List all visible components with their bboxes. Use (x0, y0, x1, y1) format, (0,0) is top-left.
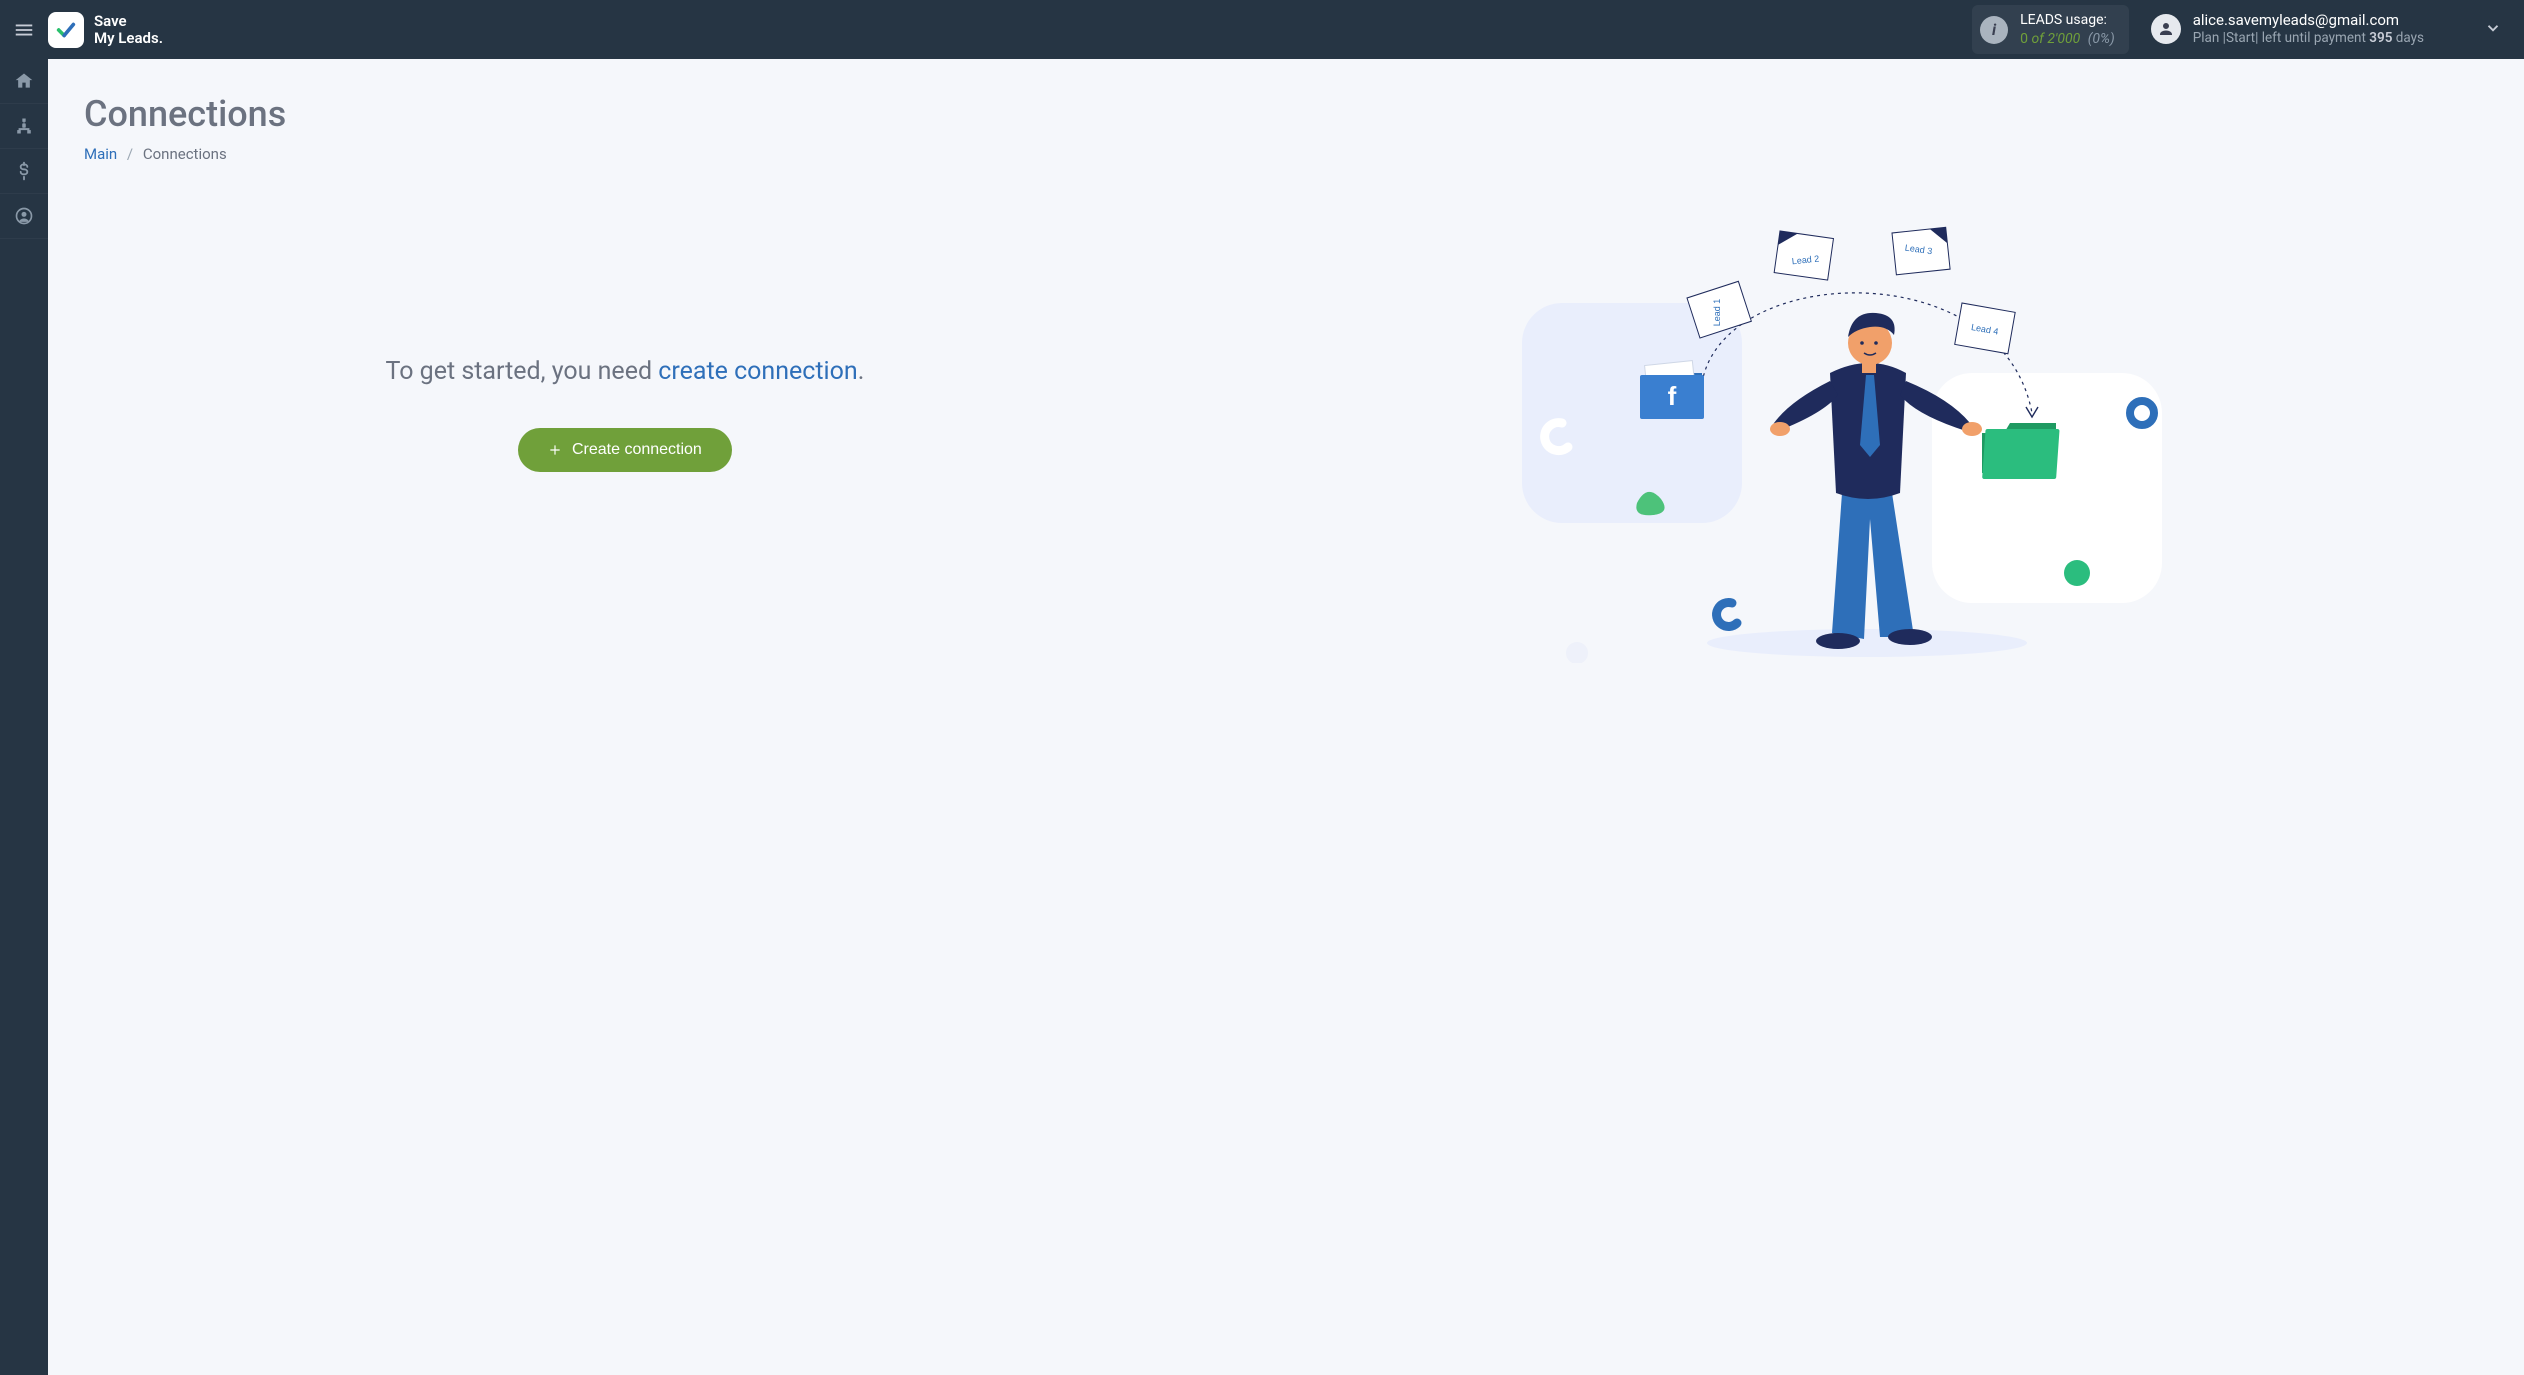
create-connection-button[interactable]: Create connection (518, 428, 732, 472)
sidebar (0, 59, 48, 1375)
sidebar-item-connections[interactable] (0, 104, 48, 149)
chevron-down-icon (2484, 19, 2502, 37)
account-menu[interactable]: alice.savemyleads@gmail.com Plan |Start|… (2151, 11, 2424, 48)
checkmark-icon (55, 19, 77, 41)
account-email: alice.savemyleads@gmail.com (2193, 11, 2424, 31)
avatar-icon (2151, 14, 2181, 44)
create-connection-link[interactable]: create connection (658, 357, 857, 386)
sidebar-item-account[interactable] (0, 194, 48, 239)
leads-usage-value: 0 of 2'000 (0%) (2020, 30, 2115, 48)
main-content: Connections Main / Connections To get st… (48, 59, 2524, 1375)
illustration: f Lead 1 Lead 2 (1196, 203, 2488, 663)
leads-usage-box[interactable]: i LEADS usage: 0 of 2'000 (0%) (1972, 5, 2129, 53)
sitemap-icon (14, 116, 34, 136)
facebook-icon: f (1668, 381, 1677, 411)
logo-line1: Save (94, 13, 163, 30)
dollar-icon (14, 161, 34, 181)
user-circle-icon (14, 206, 34, 226)
svg-text:Lead 1: Lead 1 (1712, 299, 1722, 327)
get-started-text: To get started, you need create connecti… (385, 353, 864, 392)
plus-icon (548, 443, 562, 457)
breadcrumb-current: Connections (143, 145, 227, 163)
account-dropdown-toggle[interactable] (2484, 19, 2502, 41)
hamburger-icon (13, 19, 35, 41)
create-connection-label: Create connection (572, 441, 702, 459)
breadcrumb-sep: / (127, 145, 133, 163)
home-icon (14, 71, 34, 91)
hamburger-menu-button[interactable] (0, 0, 48, 59)
sidebar-item-billing[interactable] (0, 149, 48, 194)
leads-usage-label: LEADS usage: (2020, 11, 2115, 29)
sidebar-item-home[interactable] (0, 59, 48, 104)
breadcrumb-main[interactable]: Main (84, 145, 117, 163)
breadcrumb: Main / Connections (84, 145, 2488, 163)
header: Save My Leads. i LEADS usage: 0 of 2'000… (0, 0, 2524, 59)
logo-mark (48, 12, 84, 48)
account-plan: Plan |Start| left until payment 395 days (2193, 30, 2424, 48)
logo-line2: My Leads. (94, 30, 163, 47)
logo-text: Save My Leads. (94, 13, 163, 46)
page-title: Connections (84, 93, 2488, 135)
info-icon: i (1980, 16, 2008, 44)
